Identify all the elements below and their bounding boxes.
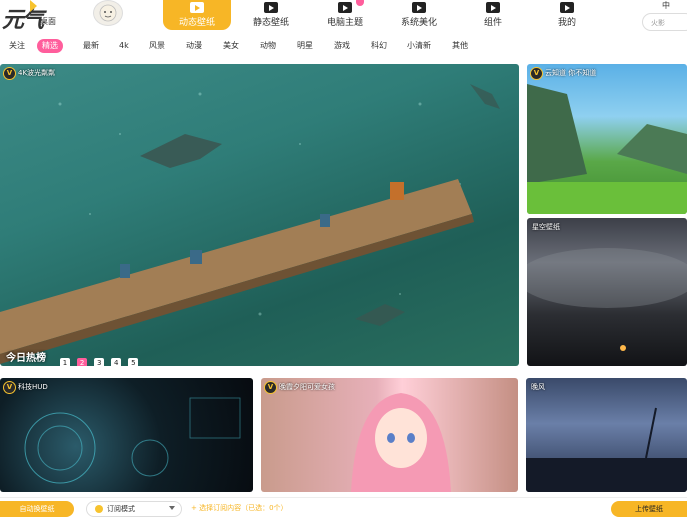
tab-label: 系统美化 [400,18,437,28]
avatar[interactable] [93,0,123,26]
category-scifi[interactable]: 科幻 [366,39,392,53]
tab-system-beautify[interactable]: 系统美化 [385,0,453,30]
hot-list-pager: 1 2 3 4 5 [60,350,140,366]
image-icon [264,2,278,13]
chevron-down-icon [169,506,175,510]
tab-label: 静态壁纸 [252,18,289,28]
wallpaper-tile[interactable]: V 云知道 你不知道 [527,64,687,214]
main-nav: 动态壁纸 静态壁纸 电脑主题 系统美化 组件 我的 [163,0,609,30]
hot-list-title: 今日热榜 [6,353,46,364]
subscribe-icon [95,505,103,513]
avatar-face-icon [99,4,117,22]
tile-artwork [526,407,687,492]
tile-artwork [527,248,687,351]
tab-label: 我的 [557,18,576,28]
wallpaper-title: 晚霞夕阳可爱女孩 [279,383,335,391]
category-latest[interactable]: 最新 [78,39,104,53]
category-follow[interactable]: 关注 [4,39,30,53]
tab-label: 电脑主题 [326,18,363,28]
page-button[interactable]: 3 [94,358,105,366]
search-input[interactable]: 火影 [642,13,687,31]
featured-wallpaper[interactable]: V 4K波光粼粼 今日热榜 1 2 3 4 5 [0,64,519,366]
tile-artwork [527,84,687,214]
page-button[interactable]: 1 [60,358,70,366]
logo-flag-icon [30,0,37,12]
category-scenery[interactable]: 风景 [144,39,170,53]
tile-artwork [24,397,241,484]
page-button[interactable]: 4 [111,358,122,366]
widget-icon [486,2,500,13]
wallpaper-title: 4K波光粼粼 [18,69,56,77]
bottom-toolbar: 自动换壁纸 订阅模式 + 选择订阅内容（已选：0个） 上传壁纸 [0,497,687,517]
vip-badge-icon: V [264,381,277,394]
user-icon [560,2,574,13]
category-stars[interactable]: 明星 [292,39,318,53]
category-bar: 关注 精选 最新 4k 风景 动漫 美女 动物 明星 游戏 科幻 小清新 其他 [0,36,687,56]
subscribe-mode-label: 订阅模式 [107,505,135,513]
wallpaper-title: 云知道 你不知道 [545,69,597,77]
play-video-icon [190,2,204,13]
window-control-fragment[interactable]: 中 [662,0,670,11]
category-beauty[interactable]: 美女 [218,39,244,53]
vip-badge-icon: V [530,67,543,80]
tile-artwork [351,393,451,492]
tab-label: 动态壁纸 [178,18,215,28]
vip-badge-icon: V [3,67,16,80]
wallpaper-tile[interactable]: V 晚霞夕阳可爱女孩 [261,378,518,492]
vip-badge-icon: V [3,381,16,394]
tab-widgets[interactable]: 组件 [459,0,527,30]
tab-label: 组件 [483,18,502,28]
tab-mine[interactable]: 我的 [533,0,601,30]
category-4k[interactable]: 4k [114,39,134,53]
settings-gear-icon [412,2,426,13]
page-button[interactable]: 5 [128,358,139,366]
select-subscription-link[interactable]: + 选择订阅内容（已选：0个） [191,503,288,513]
category-anime[interactable]: 动漫 [181,39,207,53]
category-fresh[interactable]: 小清新 [402,39,436,53]
category-featured[interactable]: 精选 [37,39,63,53]
wallpaper-title: 晚风 [531,383,545,391]
tab-static-wallpaper[interactable]: 静态壁纸 [237,0,305,30]
top-bar: 元气 桌面 动态壁纸 静态壁纸 电脑主题 系统美化 组件 我的 中 火影 [0,0,687,34]
featured-artwork [0,84,500,364]
wallpaper-title: 星空壁纸 [532,223,560,231]
wallpaper-title: 科技HUD [18,383,48,391]
wallpaper-tile[interactable]: 晚风 [526,378,687,492]
app-logo: 元气 桌面 [2,0,64,33]
wallpaper-tile[interactable]: V 科技HUD [0,378,253,492]
tab-pc-theme[interactable]: 电脑主题 [311,0,379,30]
tab-dynamic-wallpaper[interactable]: 动态壁纸 [163,0,231,30]
page-button-active[interactable]: 2 [77,358,88,366]
category-other[interactable]: 其他 [447,39,473,53]
wallpaper-tile[interactable]: 星空壁纸 [527,218,687,366]
category-animals[interactable]: 动物 [255,39,281,53]
category-games[interactable]: 游戏 [329,39,355,53]
shirt-icon [338,2,352,13]
logo-sub-text: 桌面 [40,17,56,26]
